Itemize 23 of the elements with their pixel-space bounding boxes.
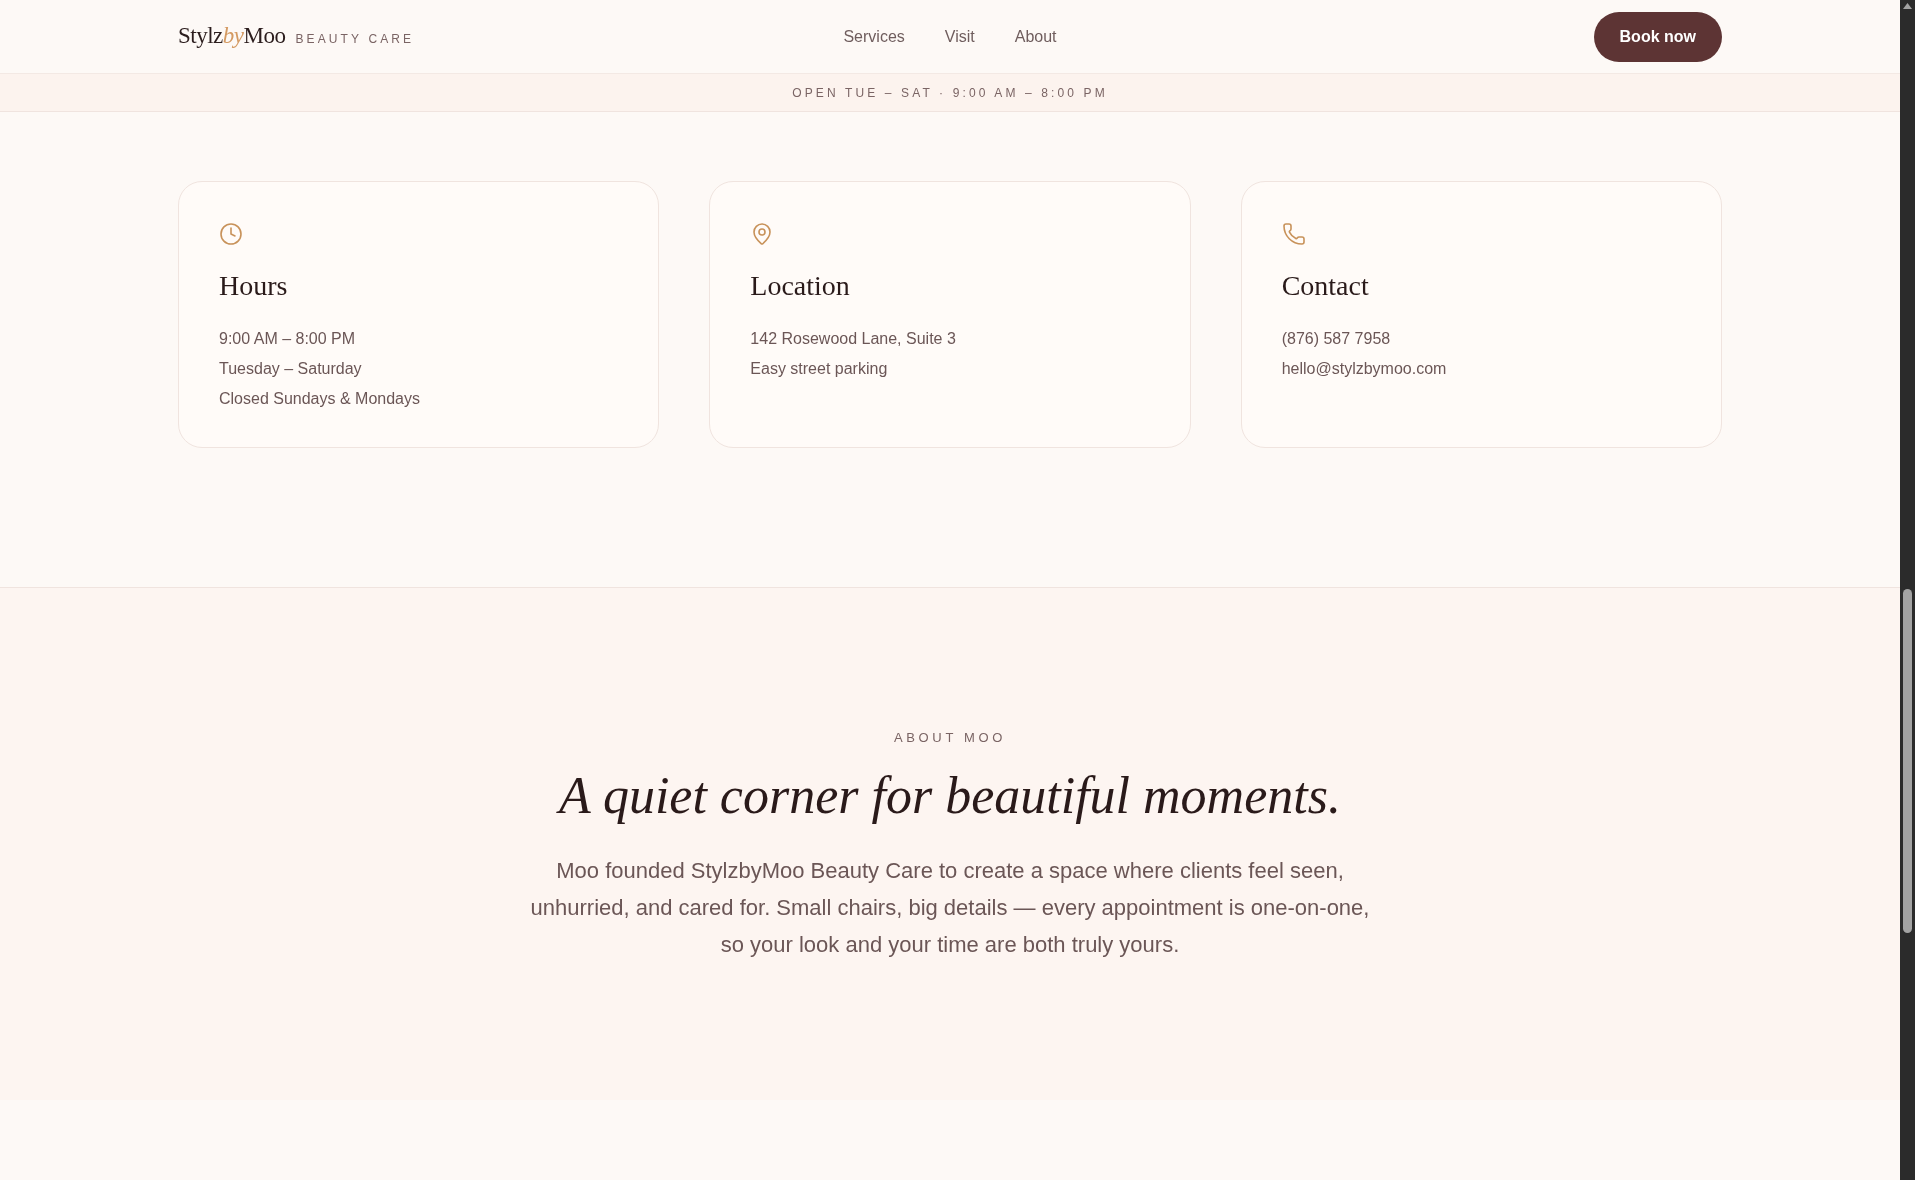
book-now-button[interactable]: Book now <box>1593 11 1722 62</box>
logo-tagline: BEAUTY CARE <box>295 31 415 49</box>
nav-link[interactable]: About <box>1014 24 1057 49</box>
opening-hours-text: OPEN TUE – SAT · 9:00 AM – 8:00 PM <box>792 84 1108 102</box>
about-paragraph: Moo founded StylzbyMoo Beauty Care to create a space where clients feel seen, unhurried, and cared for. Small chairs, big details — every appointment is one-on-one, so your look and your time are both truly yours. <box>529 856 1371 959</box>
section-eyebrow: ABOUT MOO <box>894 729 1006 747</box>
card-text: 142 Rosewood Lane, Suite 3 <box>750 329 957 349</box>
card-title: Hours <box>219 269 289 303</box>
card-text: 9:00 AM – 8:00 PM <box>219 329 357 349</box>
scroll-up-arrow-icon[interactable] <box>1903 3 1912 9</box>
phone-icon <box>1281 222 1306 246</box>
card-text: Easy street parking <box>750 359 889 379</box>
clock-icon <box>219 222 243 246</box>
card-title: Location <box>750 269 851 303</box>
card-text: hello@stylzbymoo.com <box>1281 359 1448 379</box>
card-text: (876) 587 7958 <box>1281 329 1392 349</box>
scrollbar-thumb[interactable] <box>1903 589 1912 933</box>
nav-link[interactable]: Visit <box>944 24 975 49</box>
card-title: Contact <box>1281 269 1370 303</box>
card-text: Closed Sundays & Mondays <box>219 389 421 409</box>
logo-wordmark[interactable]: StylzbyMoo <box>178 19 286 54</box>
nav-link[interactable]: Services <box>843 24 905 49</box>
card-text: Tuesday – Saturday <box>219 359 363 379</box>
